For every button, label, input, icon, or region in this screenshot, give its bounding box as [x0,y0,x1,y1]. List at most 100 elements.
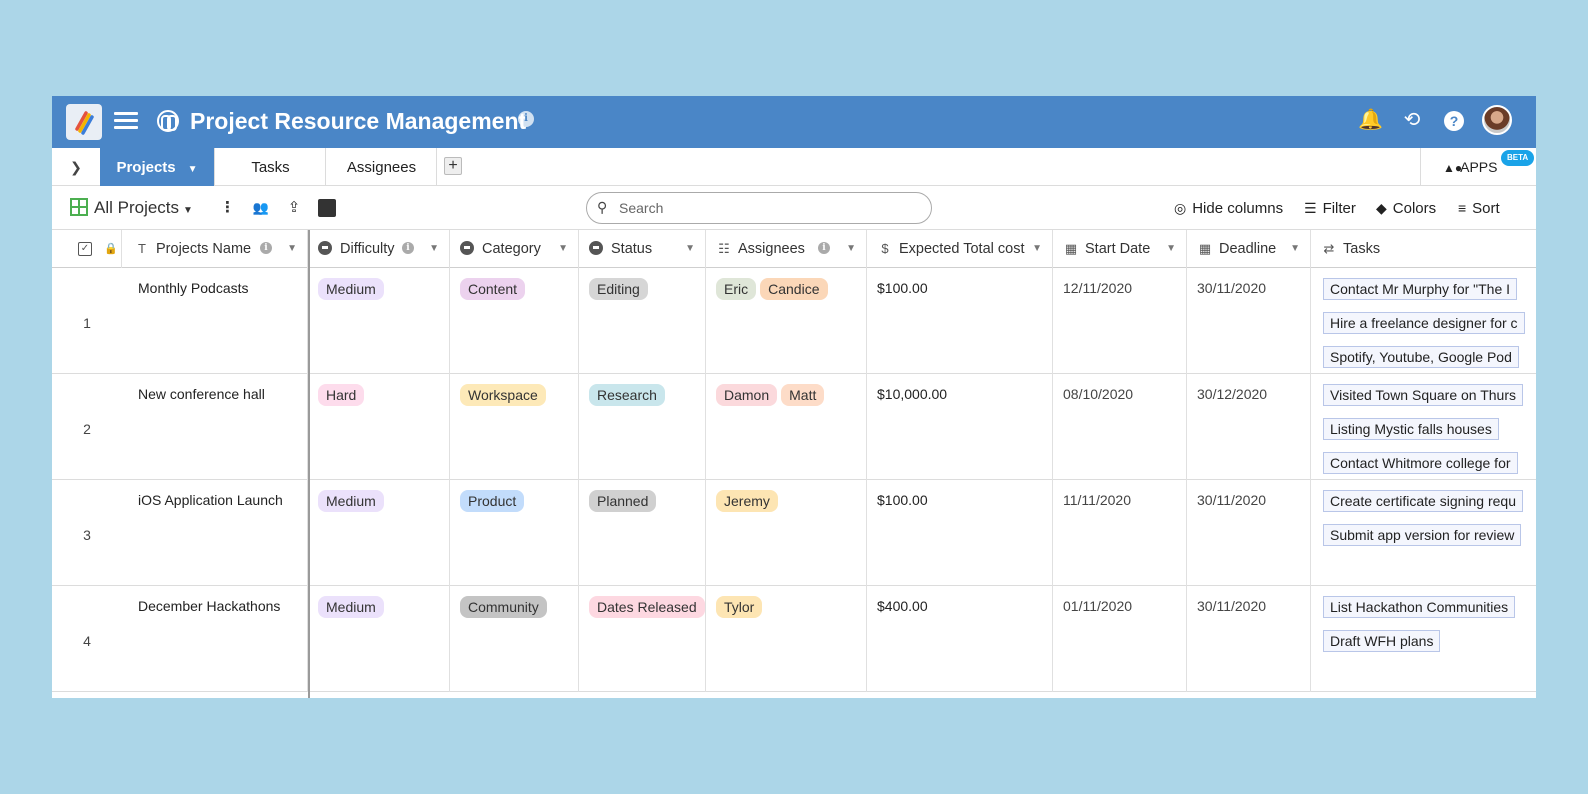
difficulty-cell[interactable]: Medium [310,586,450,692]
task-link-chip[interactable]: Submit app version for review [1323,524,1522,546]
cost-cell[interactable]: $10,000.00 [867,374,1053,480]
tasks-cell[interactable]: Visited Town Square on Thurs Listing Myst… [1311,374,1536,480]
difficulty-cell[interactable]: Medium [310,268,450,374]
workspace-icon[interactable] [157,110,179,132]
add-tab-button[interactable]: + [444,157,462,175]
project-name-cell[interactable]: New conference hall [122,374,308,480]
status-cell[interactable]: Editing [579,268,706,374]
tasks-cell[interactable]: Contact Mr Murphy for "The I Hire a freel… [1311,268,1536,374]
status-cell[interactable]: Research [579,374,706,480]
info-icon[interactable]: i [260,242,272,254]
column-header-assignees[interactable]: ☷ Assignees i ▼ [706,230,867,268]
history-icon[interactable]: ⟲ [1400,108,1424,132]
caret-down-icon[interactable]: ▼ [685,230,695,268]
caret-down-icon[interactable]: ▼ [287,230,297,268]
more-options-icon[interactable]: ⋮ [220,198,235,218]
assignees-cell[interactable]: Tylor [706,586,867,692]
column-header-status[interactable]: Status ▼ [579,230,706,268]
task-link-chip[interactable]: Hire a freelance designer for c [1323,312,1525,334]
status-cell[interactable]: Planned [579,480,706,586]
difficulty-pill: Hard [318,384,365,406]
hamburger-menu-icon[interactable] [114,108,138,134]
assignees-cell[interactable]: Jeremy [706,480,867,586]
task-link-chip[interactable]: Draft WFH plans [1323,630,1441,652]
caret-down-icon[interactable]: ▼ [846,230,856,268]
status-cell[interactable]: Dates Released [579,586,706,692]
app-logo-icon[interactable] [66,104,102,140]
category-cell[interactable]: Workspace [450,374,579,480]
difficulty-cell[interactable]: Hard [310,374,450,480]
cost-cell[interactable]: $100.00 [867,480,1053,586]
column-header-name[interactable]: T Projects Name i ▼ [122,230,308,268]
tab-assignees[interactable]: Assignees [327,148,437,186]
cost-cell[interactable]: $400.00 [867,586,1053,692]
book-icon[interactable] [318,199,336,217]
caret-down-icon[interactable]: ▼ [188,164,198,175]
caret-down-icon[interactable]: ▼ [1290,230,1300,268]
search-input[interactable] [619,198,919,218]
share-icon[interactable]: ⇪ [284,198,304,218]
project-name-cell[interactable]: Monthly Podcasts [122,268,308,374]
view-switcher[interactable]: All Projects ▼ [70,198,193,221]
column-header-difficulty[interactable]: Difficulty i ▼ [310,230,450,268]
info-icon[interactable]: i [818,242,830,254]
deadline-cell[interactable]: 30/12/2020 [1187,374,1311,480]
column-header-cost[interactable]: $ Expected Total cost ▼ [867,230,1053,268]
tasks-cell[interactable]: List Hackathon Communities Draft WFH plan… [1311,586,1536,692]
task-link-chip[interactable]: Spotify, Youtube, Google Pod [1323,346,1519,368]
deadline-value: 30/11/2020 [1197,598,1267,614]
info-icon[interactable]: i [402,242,414,254]
category-cell[interactable]: Product [450,480,579,586]
column-header-tasks[interactable]: ⇄ Tasks [1311,230,1536,268]
caret-down-icon[interactable]: ▼ [429,230,439,268]
row-number: 4 [83,633,91,649]
assignees-cell[interactable]: Damon Matt [706,374,867,480]
hide-columns-button[interactable]: ◎ Hide columns [1174,198,1283,219]
assignees-cell[interactable]: Eric Candice [706,268,867,374]
tab-tasks[interactable]: Tasks [216,148,326,186]
filter-button[interactable]: ☰ Filter [1304,198,1356,219]
project-name-cell[interactable]: iOS Application Launch [122,480,308,586]
search-box[interactable]: ⚲ [586,192,932,224]
task-link-chip[interactable]: Visited Town Square on Thurs [1323,384,1524,406]
apps-button[interactable]: ▲● APPS BETA [1420,148,1536,186]
category-cell[interactable]: Content [450,268,579,374]
deadline-cell[interactable]: 30/11/2020 [1187,586,1311,692]
category-cell[interactable]: Community [450,586,579,692]
cost-cell[interactable]: $100.00 [867,268,1053,374]
task-link-chip[interactable]: Listing Mystic falls houses [1323,418,1499,440]
task-link-chip[interactable]: List Hackathon Communities [1323,596,1516,618]
project-name-cell[interactable]: December Hackathons [122,586,308,692]
start-date-cell[interactable]: 12/11/2020 [1053,268,1187,374]
chevron-down-icon[interactable]: ❯ [52,148,100,186]
caret-down-icon[interactable]: ▼ [1166,230,1176,268]
select-all-checkbox[interactable]: ✓ [78,242,92,256]
deadline-value: 30/12/2020 [1197,386,1268,402]
tab-projects[interactable]: Projects ▼ [100,148,215,186]
status-pill: Dates Released [589,596,705,618]
deadline-cell[interactable]: 30/11/2020 [1187,480,1311,586]
task-link-chip[interactable]: Contact Whitmore college for [1323,452,1518,474]
column-header-start-date[interactable]: ▦ Start Date ▼ [1053,230,1187,268]
title-info-icon[interactable]: i [518,111,534,127]
collaborators-icon[interactable]: 👥 [250,198,272,218]
category-pill: Product [460,490,525,512]
column-header-deadline[interactable]: ▦ Deadline ▼ [1187,230,1311,268]
bell-icon[interactable]: 🔔 [1358,108,1383,132]
start-date-cell[interactable]: 08/10/2020 [1053,374,1187,480]
tasks-cell[interactable]: Create certificate signing requ Submit ap… [1311,480,1536,586]
column-header-category[interactable]: Category ▼ [450,230,579,268]
deadline-cell[interactable]: 30/11/2020 [1187,268,1311,374]
sort-button[interactable]: ≡ Sort [1458,198,1500,219]
task-link-chip[interactable]: Create certificate signing requ [1323,490,1523,512]
colors-button[interactable]: ◆ Colors [1376,198,1436,219]
caret-down-icon[interactable]: ▼ [558,230,568,268]
caret-down-icon[interactable]: ▼ [1032,230,1042,268]
start-date-cell[interactable]: 01/11/2020 [1053,586,1187,692]
start-date-cell[interactable]: 11/11/2020 [1053,480,1187,586]
difficulty-cell[interactable]: Medium [310,480,450,586]
task-link-chip[interactable]: Contact Mr Murphy for "The I [1323,278,1518,300]
help-icon[interactable]: ? [1442,108,1466,132]
avatar[interactable] [1482,105,1512,135]
filter-label: Filter [1322,200,1356,217]
